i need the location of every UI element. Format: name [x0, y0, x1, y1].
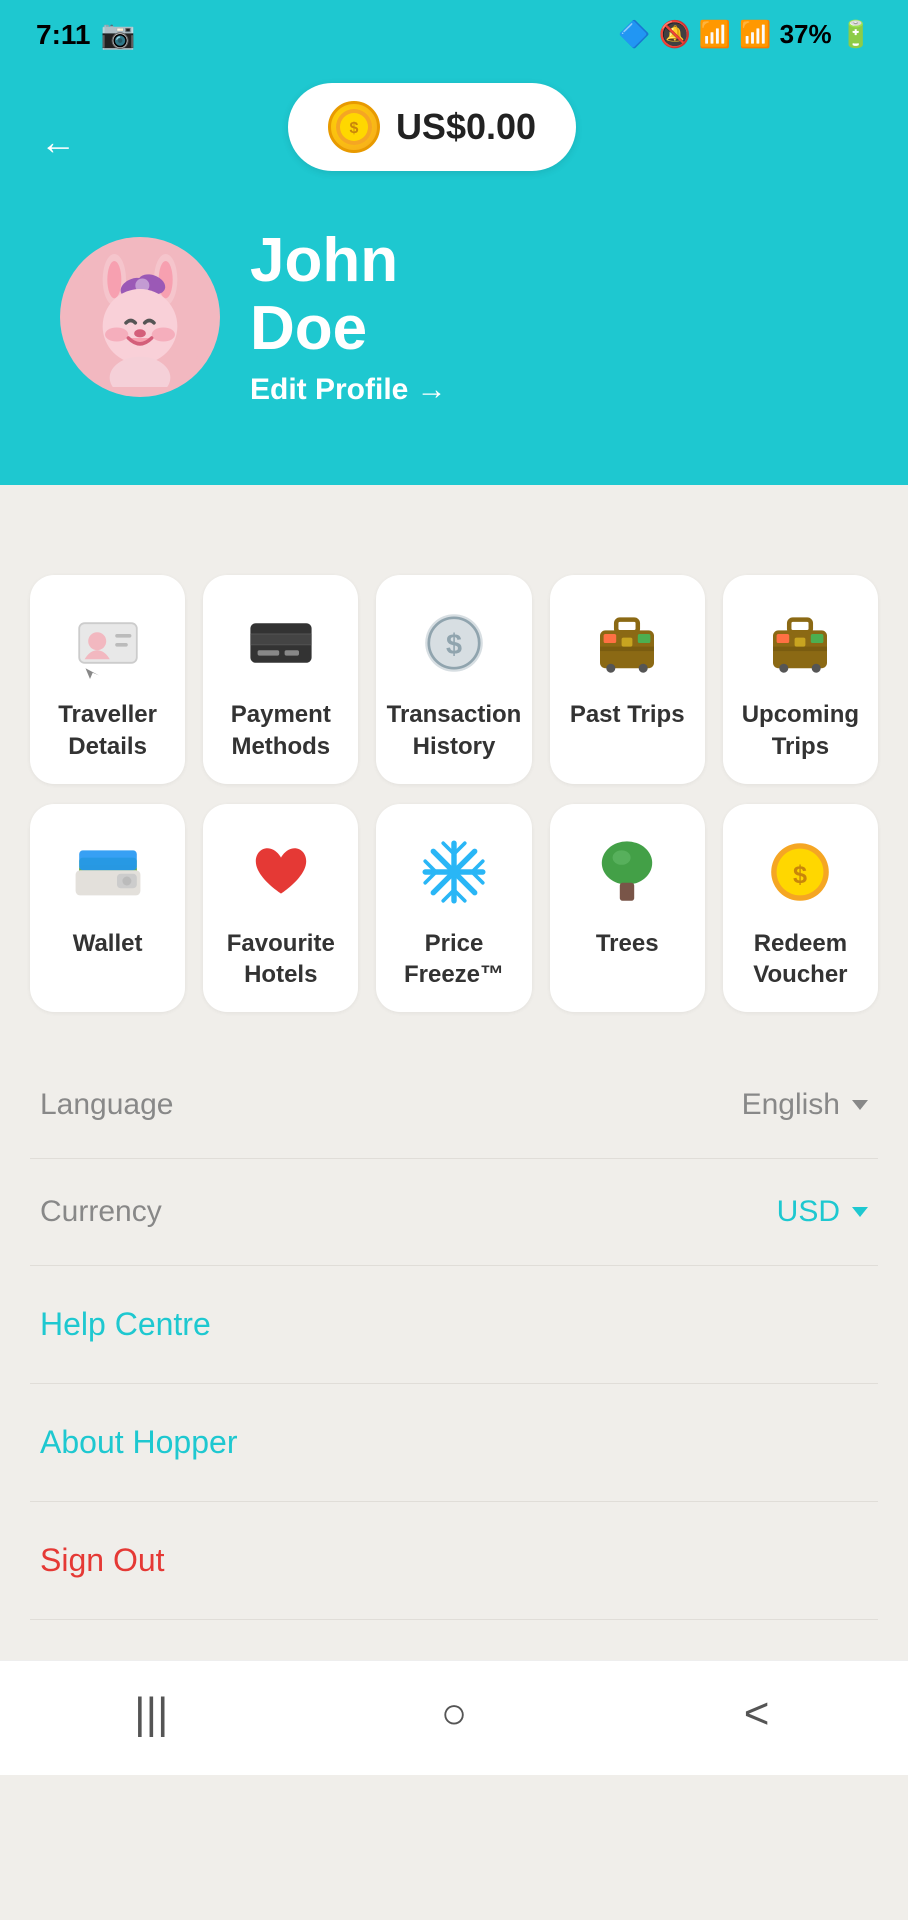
camera-icon: 📷: [101, 18, 136, 51]
nav-menu-button[interactable]: |||: [111, 1689, 191, 1739]
svg-text:$: $: [349, 120, 358, 137]
nav-back-button[interactable]: <: [717, 1689, 797, 1739]
battery: 37%: [780, 19, 832, 50]
menu-item-redeem-voucher[interactable]: $ RedeemVoucher: [723, 804, 878, 1012]
favourite-hotels-label: FavouriteHotels: [227, 928, 335, 990]
balance-pill: $ US$0.00: [288, 83, 576, 171]
trees-label: Trees: [596, 928, 659, 959]
back-button[interactable]: ←: [40, 121, 76, 163]
menu-item-transaction-history[interactable]: $ TransactionHistory: [376, 575, 531, 783]
time: 7:11: [36, 19, 91, 51]
voucher-coin-icon: $: [760, 832, 840, 912]
hero-section: ← $ US$0.00: [0, 63, 908, 487]
redeem-voucher-label: RedeemVoucher: [753, 928, 847, 990]
suitcase-upcoming-icon: [760, 603, 840, 683]
menu-item-upcoming-trips[interactable]: UpcomingTrips: [723, 575, 878, 783]
wave-divider: [0, 485, 908, 545]
profile-section: John Doe Edit Profile →: [40, 227, 868, 407]
snowflake-icon: [414, 832, 494, 912]
past-trips-label: Past Trips: [570, 699, 685, 730]
menu-item-wallet[interactable]: Wallet: [30, 804, 185, 1012]
signal-icon: 📶: [739, 19, 771, 50]
nav-home-button[interactable]: ○: [414, 1689, 494, 1739]
language-row[interactable]: Language English: [30, 1052, 878, 1159]
mute-icon: 🔕: [658, 19, 690, 50]
menu-item-past-trips[interactable]: Past Trips: [550, 575, 705, 783]
status-bar: 7:11 📷 🔷 🔕 📶 📶 37% 🔋: [0, 0, 908, 63]
price-freeze-label: PriceFreeze™: [404, 928, 504, 990]
heart-icon: [241, 832, 321, 912]
dollar-coin-icon: $: [414, 603, 494, 683]
menu-item-trees[interactable]: Trees: [550, 804, 705, 1012]
profile-name: John Doe: [250, 227, 447, 363]
traveller-details-label: TravellerDetails: [58, 699, 157, 761]
menu-grid-section: TravellerDetails PaymentMethods: [0, 545, 908, 1042]
currency-dropdown-arrow: [852, 1207, 868, 1217]
coin-icon: $: [328, 101, 380, 153]
battery-icon: 🔋: [840, 19, 872, 50]
edit-profile-button[interactable]: Edit Profile →: [250, 373, 447, 407]
currency-value[interactable]: USD: [777, 1195, 868, 1229]
menu-item-traveller-details[interactable]: TravellerDetails: [30, 575, 185, 783]
language-value[interactable]: English: [742, 1088, 868, 1122]
avatar: [60, 237, 220, 397]
currency-row[interactable]: Currency USD: [30, 1159, 878, 1266]
wifi-icon: 📶: [699, 19, 731, 50]
language-dropdown-arrow: [852, 1100, 868, 1110]
currency-label: Currency: [40, 1195, 162, 1229]
transaction-history-label: TransactionHistory: [387, 699, 522, 761]
settings-section: Language English Currency USD Help Centr…: [0, 1042, 908, 1620]
menu-item-payment-methods[interactable]: PaymentMethods: [203, 575, 358, 783]
about-hopper-link[interactable]: About Hopper: [30, 1384, 878, 1502]
wallet-label: Wallet: [73, 928, 143, 959]
status-right: 🔷 🔕 📶 📶 37% 🔋: [618, 19, 872, 50]
svg-text:$: $: [793, 861, 807, 889]
wallet-icon: [68, 832, 148, 912]
menu-row-1: TravellerDetails PaymentMethods: [30, 575, 878, 783]
tree-icon: [587, 832, 667, 912]
bluetooth-icon: 🔷: [618, 19, 650, 50]
svg-text:$: $: [446, 629, 462, 661]
profile-info: John Doe Edit Profile →: [250, 227, 447, 407]
person-card-icon: [68, 603, 148, 683]
menu-row-2: Wallet FavouriteHotels: [30, 804, 878, 1012]
payment-methods-label: PaymentMethods: [231, 699, 331, 761]
bottom-nav: ||| ○ <: [0, 1660, 908, 1775]
language-label: Language: [40, 1088, 173, 1122]
menu-item-price-freeze[interactable]: PriceFreeze™: [376, 804, 531, 1012]
menu-item-favourite-hotels[interactable]: FavouriteHotels: [203, 804, 358, 1012]
credit-card-icon: [241, 603, 321, 683]
balance-amount: US$0.00: [396, 106, 536, 148]
status-left: 7:11 📷: [36, 18, 135, 51]
suitcase-past-icon: [587, 603, 667, 683]
upcoming-trips-label: UpcomingTrips: [742, 699, 859, 761]
sign-out-link[interactable]: Sign Out: [30, 1502, 878, 1620]
help-centre-link[interactable]: Help Centre: [30, 1266, 878, 1384]
